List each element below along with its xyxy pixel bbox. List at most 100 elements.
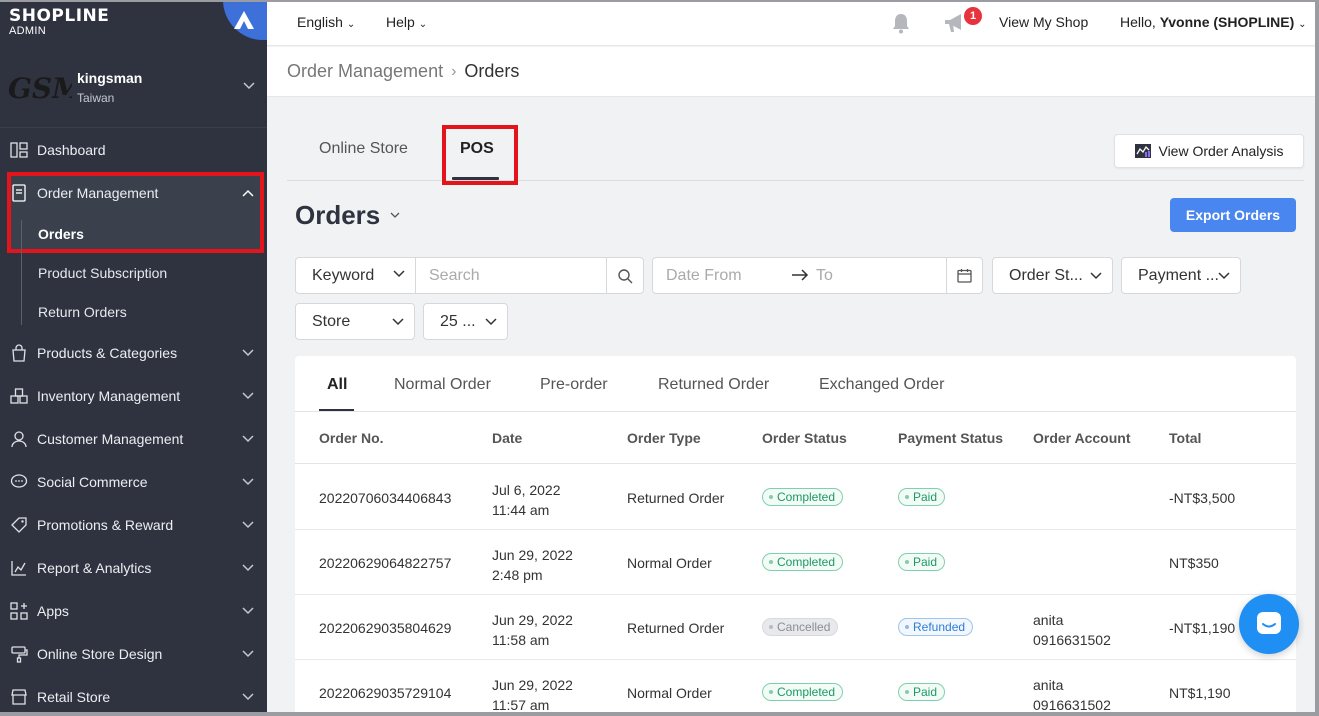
sidebar-item-online-store-design[interactable]: Online Store Design [0, 632, 267, 675]
tab-normal-order[interactable]: Normal Order [394, 376, 491, 394]
order-number-link[interactable]: 20220629035729104 [319, 685, 451, 701]
order-status-badge: Completed [762, 553, 844, 571]
tab-returned-order[interactable]: Returned Order [658, 376, 769, 394]
order-date: Jun 29, 2022 11:57 am [492, 675, 573, 715]
store-label: Store [312, 312, 351, 330]
account-name: anita [1033, 677, 1064, 693]
live-chat-button[interactable] [1239, 594, 1299, 654]
table-row[interactable]: 20220706034406843 Jul 6, 2022 11:44 am Retu… [295, 465, 1296, 530]
chevron-down-icon [242, 477, 254, 485]
sidebar-subitem-orders[interactable]: Orders [0, 214, 267, 253]
account-name: kingsman [77, 70, 143, 86]
sidebar-item-customers[interactable]: Customer Management [0, 417, 267, 460]
analytics-icon [1135, 144, 1152, 158]
paint-icon [11, 645, 28, 663]
sidebar-item-promotions[interactable]: Promotions & Reward [0, 503, 267, 546]
bell-icon[interactable] [889, 11, 913, 35]
view-order-analysis-button[interactable]: View Order Analysis [1114, 134, 1304, 168]
order-number-link[interactable]: 20220629064822757 [319, 555, 451, 571]
store-filter[interactable]: Store [295, 303, 415, 340]
sidebar-item-inventory[interactable]: Inventory Management [0, 374, 267, 417]
sidebar-item-order-management[interactable]: Order Management [0, 171, 267, 214]
account-switcher[interactable]: GSM kingsman Taiwan [0, 46, 267, 128]
column-header: Total [1169, 430, 1202, 446]
order-status-badge: Cancelled [762, 618, 839, 636]
breadcrumb: Order Management › Orders [267, 47, 1319, 97]
column-header: Date [492, 430, 523, 446]
payment-status-badge: Paid [898, 553, 946, 571]
per-page-selector[interactable]: 25 ... [423, 303, 508, 340]
order-number-link[interactable]: 20220706034406843 [319, 490, 451, 506]
brand: SHOPLINE ADMIN [0, 0, 267, 46]
sidebar-item-social-commerce[interactable]: Social Commerce [0, 460, 267, 503]
chart-icon [11, 560, 26, 576]
chevron-up-icon [242, 189, 254, 197]
account-name: anita [1033, 612, 1064, 628]
sidebar-subitem-label: Product Subscription [38, 264, 168, 281]
calendar-button[interactable] [946, 258, 982, 293]
page-title[interactable]: Orders [295, 200, 380, 231]
help-menu[interactable]: Help ⌄ [386, 14, 427, 30]
date-value: Jun 29, 2022 [492, 547, 573, 563]
tag-icon [11, 516, 27, 533]
date-to-input[interactable]: To [816, 267, 833, 285]
search-button[interactable] [606, 258, 643, 293]
sidebar: SHOPLINE ADMIN GSM kingsman Taiwan Dashb… [0, 0, 267, 716]
user-menu[interactable]: Hello, Yvonne (SHOPLINE) ⌄ [1120, 14, 1307, 30]
chevron-down-icon [242, 692, 254, 700]
chevron-down-icon [242, 391, 254, 399]
order-type: Normal Order [627, 685, 712, 701]
bag-icon [12, 343, 26, 362]
date-range-picker[interactable]: Date From To [652, 257, 983, 294]
per-page-label: 25 ... [440, 312, 476, 330]
sidebar-item-apps[interactable]: Apps [0, 589, 267, 632]
user-name: Yvonne (SHOPLINE) [1159, 14, 1295, 30]
column-header: Order Status [762, 430, 847, 446]
order-status-filter[interactable]: Order St... [992, 257, 1113, 294]
account-phone: 0916631502 [1033, 632, 1111, 648]
status-tabs: All Normal Order Pre-order Returned Orde… [295, 356, 1296, 412]
order-number-link[interactable]: 20220629035804629 [319, 620, 451, 636]
date-from-input[interactable]: Date From [666, 267, 742, 285]
sidebar-subitem-product-subscription[interactable]: Product Subscription [0, 253, 267, 292]
notification-badge: 1 [964, 7, 982, 25]
table-row[interactable]: 20220629064822757 Jun 29, 2022 2:48 pm Norm… [295, 530, 1296, 595]
chevron-down-icon [393, 270, 405, 278]
sidebar-item-products[interactable]: Products & Categories [0, 331, 267, 374]
tab-exchanged-order[interactable]: Exchanged Order [819, 376, 944, 394]
sidebar-subitem-label: Orders [38, 225, 84, 242]
account-region: Taiwan [77, 91, 115, 105]
tab-online-store[interactable]: Online Store [319, 140, 408, 158]
view-my-shop-link[interactable]: View My Shop [999, 14, 1088, 30]
sidebar-item-dashboard[interactable]: Dashboard [0, 128, 267, 171]
sidebar-item-label: Apps [37, 602, 69, 619]
export-orders-button[interactable]: Export Orders [1170, 198, 1296, 232]
chevron-down-icon [242, 520, 254, 528]
arrow-right-icon [792, 269, 809, 281]
tab-all[interactable]: All [327, 376, 347, 394]
table-row[interactable]: 20220629035804629 Jun 29, 2022 11:58 am Ret… [295, 595, 1296, 660]
shopline-logo-icon[interactable] [223, 0, 267, 40]
table-header: Order No. Date Order Type Order Status P… [295, 412, 1296, 464]
date-value: Jul 6, 2022 [492, 482, 561, 498]
payment-status-filter[interactable]: Payment ... [1121, 257, 1241, 294]
tab-pre-order[interactable]: Pre-order [540, 376, 608, 394]
table-row[interactable]: 20220629035729104 Jun 29, 2022 11:57 am Nor… [295, 660, 1296, 716]
order-type: Returned Order [627, 490, 725, 506]
chevron-down-icon[interactable] [390, 212, 400, 219]
order-date: Jun 29, 2022 2:48 pm [492, 545, 573, 585]
breadcrumb-parent[interactable]: Order Management [287, 61, 443, 82]
order-date: Jun 29, 2022 11:58 am [492, 610, 573, 650]
sidebar-subitem-return-orders[interactable]: Return Orders [0, 292, 267, 331]
search-field-selector[interactable]: Keyword [296, 258, 416, 293]
sidebar-item-label: Report & Analytics [37, 559, 152, 576]
language-selector[interactable]: English ⌄ [297, 14, 355, 30]
sidebar-item-retail-store[interactable]: Retail Store [0, 675, 267, 716]
sidebar-item-report[interactable]: Report & Analytics [0, 546, 267, 589]
date-value: Jun 29, 2022 [492, 677, 573, 693]
order-management-submenu: Orders Product Subscription Return Order… [0, 214, 267, 331]
sidebar-item-label: Online Store Design [37, 645, 163, 662]
search-input[interactable] [417, 258, 608, 293]
store-logo: GSM [8, 72, 72, 105]
payment-status-badge: Refunded [898, 618, 974, 636]
